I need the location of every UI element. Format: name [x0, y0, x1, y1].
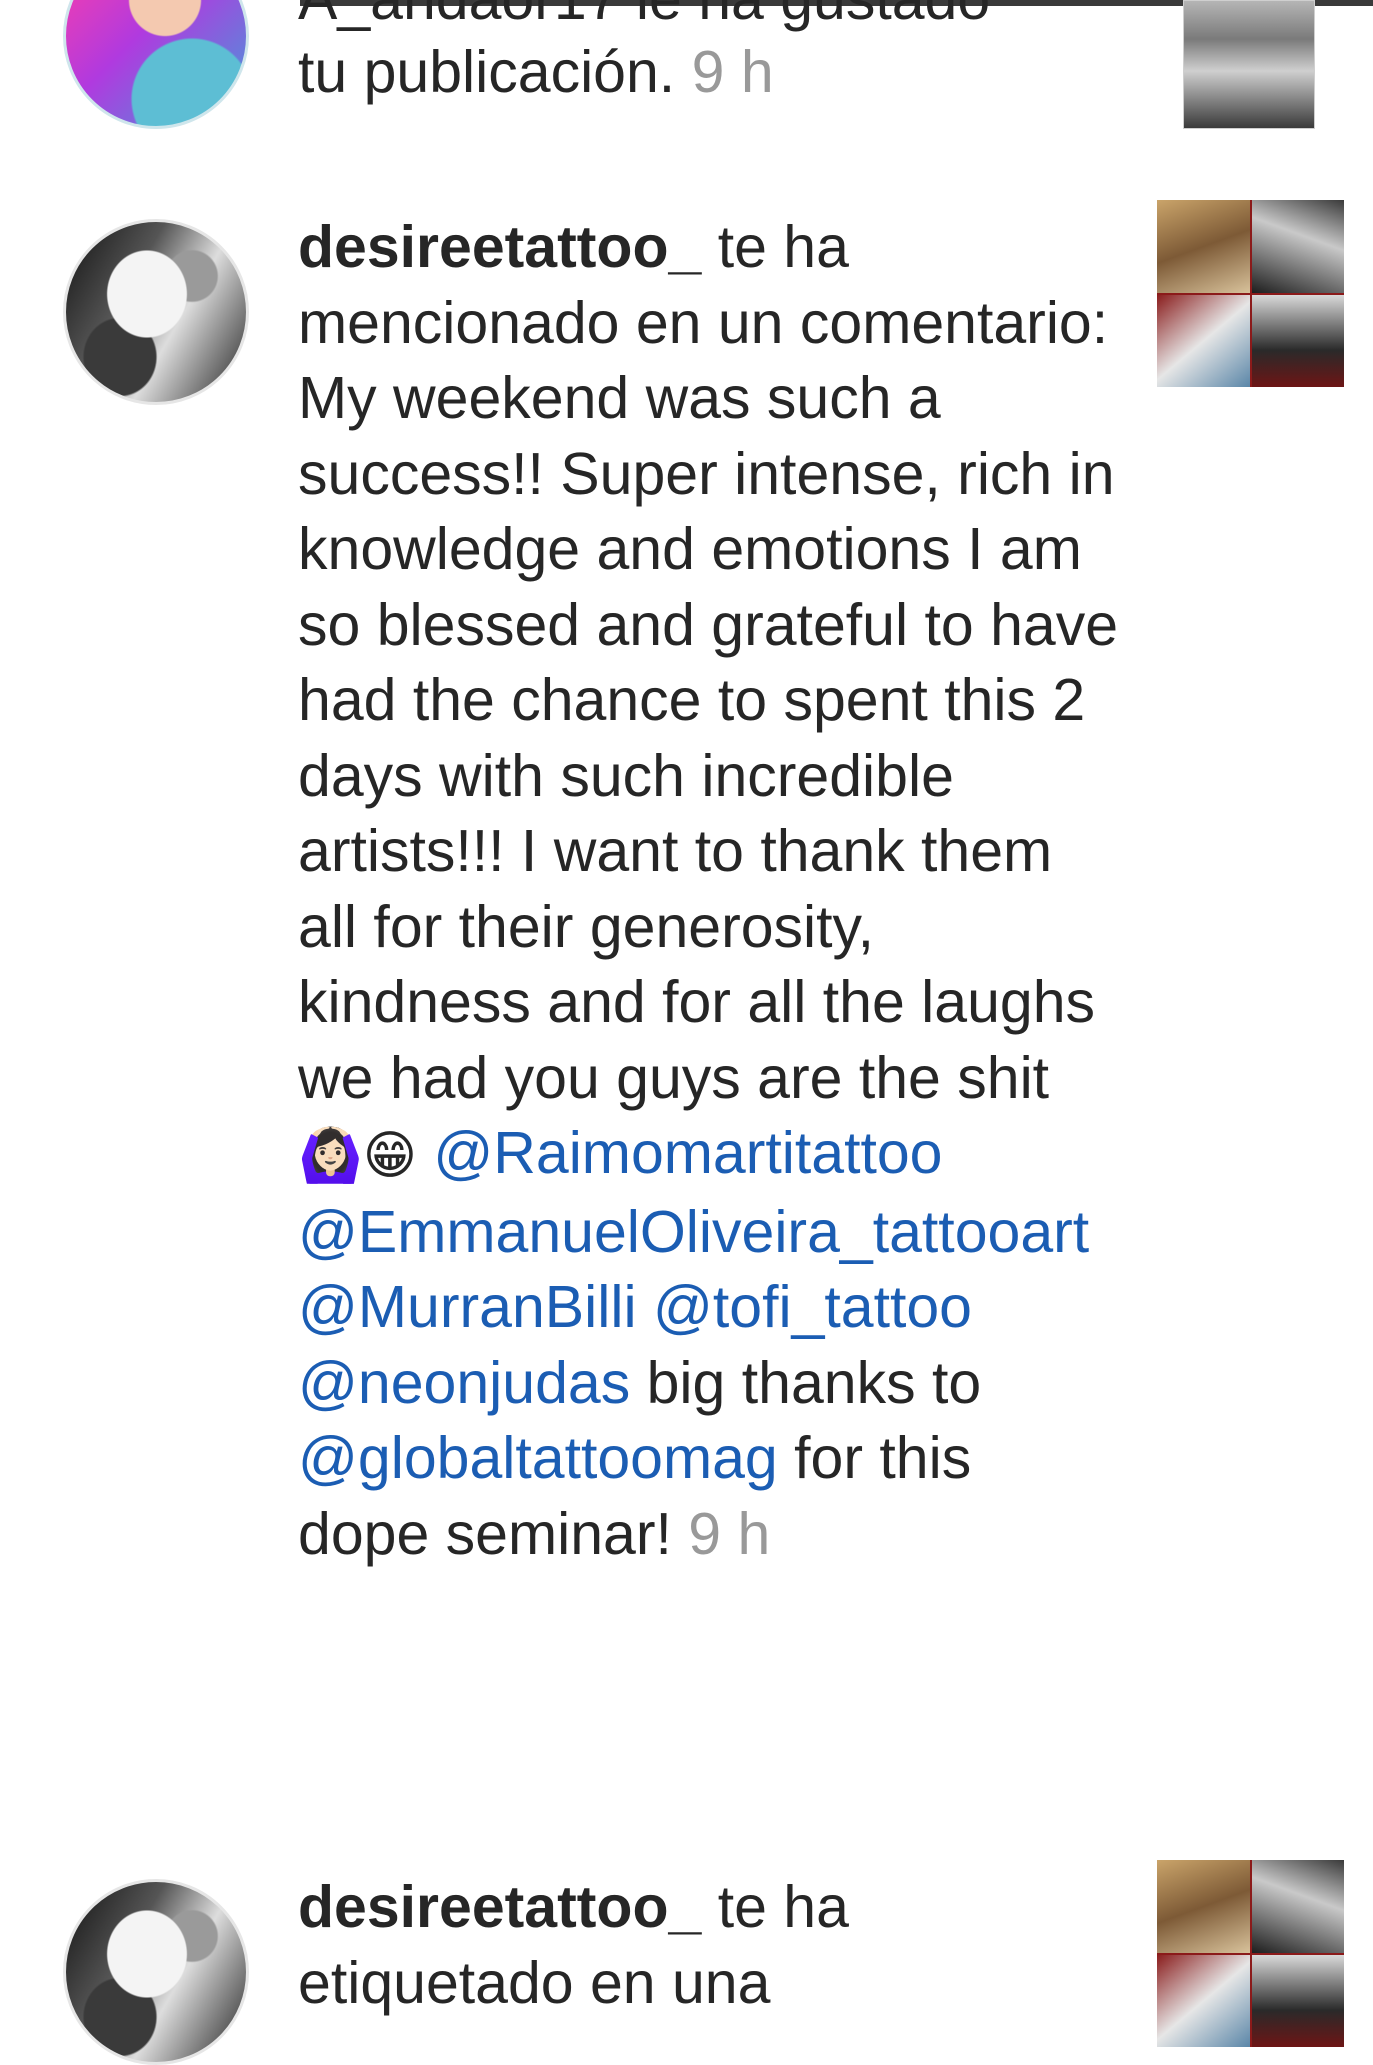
- notification-mention[interactable]: desireetattoo_ te ha mencionado en un co…: [0, 200, 1373, 1840]
- notification-text: desireetattoo_ te ha mencionado en un co…: [298, 210, 1118, 1572]
- notification-text: tu publicación. 9 h: [298, 35, 1118, 111]
- emoji-sequence: 🙆🏻‍♀️😁: [298, 1126, 417, 1186]
- notification-timestamp: 9 h: [691, 39, 774, 105]
- notification-timestamp: 9 h: [688, 1500, 771, 1567]
- username-link[interactable]: desireetattoo_: [298, 214, 701, 280]
- post-thumbnail[interactable]: [1157, 1860, 1344, 2047]
- thumbnail-tile: [1157, 294, 1250, 387]
- mention-link[interactable]: @tofi_tattoo: [653, 1274, 972, 1340]
- thumbnail-tile: [1157, 1954, 1250, 2047]
- mention-link[interactable]: @neonjudas: [298, 1350, 630, 1416]
- thumbnail-tile: [1251, 294, 1344, 387]
- notification-tag[interactable]: desireetattoo_ te ha etiquetado en una: [0, 1860, 1373, 2065]
- mention-link[interactable]: @MurranBilli: [298, 1274, 637, 1340]
- notification-like[interactable]: A_andaor17 le ha gustado tu publicación.…: [0, 0, 1373, 160]
- mention-link[interactable]: @EmmanuelOliveira_tattooart: [298, 1199, 1089, 1265]
- username-link[interactable]: desireetattoo_: [298, 1874, 701, 1940]
- notification-partial-line: A_andaor17 le ha gustado: [298, 0, 990, 38]
- notification-text: desireetattoo_ te ha etiquetado en una: [298, 1870, 1118, 2021]
- thumbnail-tile: [1157, 1860, 1250, 1953]
- thumbnail-tile: [1251, 1860, 1344, 1953]
- mention-link[interactable]: @globaltattoomag: [298, 1425, 778, 1491]
- thumbnail-tile: [1251, 200, 1344, 293]
- post-thumbnail[interactable]: [1183, 0, 1315, 129]
- thumbnail-tile: [1251, 1954, 1344, 2047]
- avatar[interactable]: [63, 0, 249, 129]
- thumbnail-tile: [1157, 200, 1250, 293]
- comment-text: My weekend was such a success!! Super in…: [298, 365, 1119, 1111]
- thanks-text: big thanks to: [646, 1349, 982, 1416]
- avatar[interactable]: [63, 1879, 249, 2065]
- avatar[interactable]: [63, 219, 249, 405]
- post-thumbnail[interactable]: [1157, 200, 1344, 387]
- mention-link[interactable]: @Raimomartitattoo: [433, 1120, 942, 1186]
- notification-message: tu publicación.: [298, 39, 676, 105]
